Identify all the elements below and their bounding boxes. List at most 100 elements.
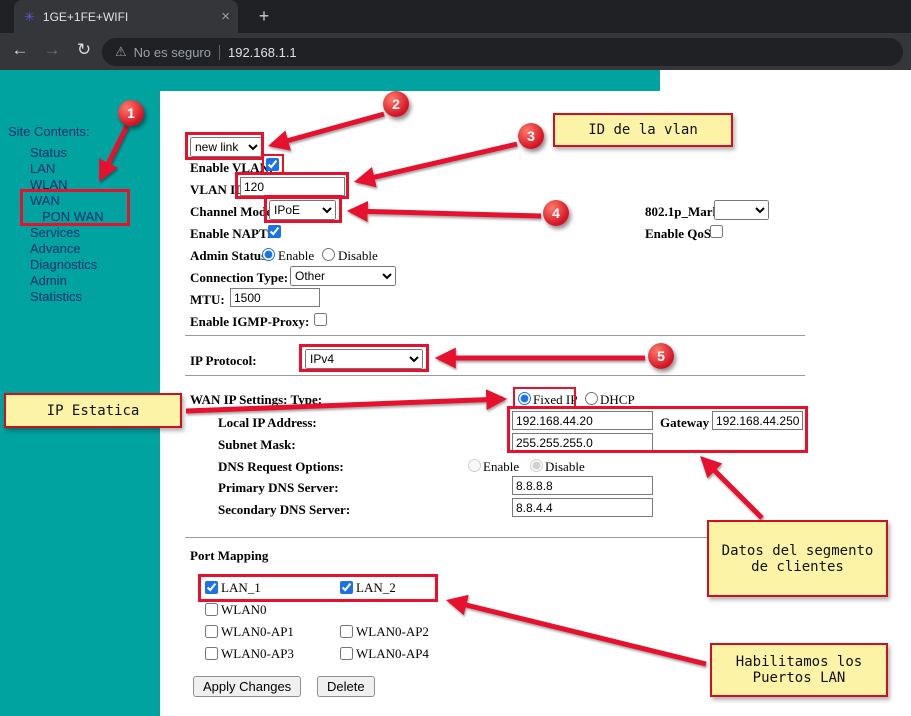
enable-qos-checkbox[interactable]: [710, 225, 723, 238]
port-wlan0-ap2[interactable]: WLAN0-AP2: [340, 624, 429, 640]
local-ip-label: Local IP Address:: [218, 415, 317, 431]
tab-strip: ✳ 1GE+1FE+WIFI × +: [0, 0, 911, 33]
igmp-proxy-label: Enable IGMP-Proxy:: [190, 314, 309, 330]
port-wlan0-ap3[interactable]: WLAN0-AP3: [205, 646, 294, 662]
port-mapping-title: Port Mapping: [190, 548, 268, 564]
divider-1: [185, 335, 805, 336]
browser-window: ✳ 1GE+1FE+WIFI × + ← → ↻ ⚠ No es seguro …: [0, 0, 911, 716]
tab-favicon-icon: ✳: [24, 9, 35, 25]
port-lan1-checkbox[interactable]: [205, 581, 218, 594]
dns-request-label: DNS Request Options:: [218, 459, 344, 475]
mtu-label: MTU:: [190, 292, 225, 308]
callout-segment-data: Datos del segmento de clientes: [707, 520, 888, 597]
security-label[interactable]: No es seguro: [134, 45, 211, 60]
enable-vlan-checkbox[interactable]: [266, 158, 279, 171]
annotation-badge-3: 3: [518, 123, 544, 149]
sidebar-item-lan[interactable]: LAN: [0, 161, 160, 177]
port-wlan0-label: WLAN0: [221, 602, 267, 617]
vlan-id-input[interactable]: [240, 177, 345, 196]
dns-disable-label: Disable: [545, 459, 585, 475]
port-lan2[interactable]: LAN_2: [340, 580, 396, 596]
browser-toolbar: ← → ↻ ⚠ No es seguro 192.168.1.1: [0, 33, 911, 70]
sidebar-title: Site Contents:: [0, 124, 160, 139]
dhcp-label: DHCP: [600, 392, 635, 408]
sidebar-item-wlan[interactable]: WLAN: [0, 177, 160, 193]
enable-napt-label: Enable NAPT:: [190, 226, 271, 242]
port-wlan0-ap3-label: WLAN0-AP3: [221, 646, 294, 661]
dns-disable-radio[interactable]: [530, 459, 543, 472]
sidebar-item-pon-wan[interactable]: PON WAN: [0, 209, 160, 225]
connection-type-select[interactable]: Other: [290, 266, 396, 286]
enable-qos-label: Enable QoS:: [645, 226, 715, 242]
port-wlan0-ap1-checkbox[interactable]: [205, 625, 218, 638]
sidebar-item-services[interactable]: Services: [0, 225, 160, 241]
sidebar-item-status[interactable]: Status: [0, 145, 160, 161]
port-wlan0-ap4-checkbox[interactable]: [340, 647, 353, 660]
admin-enable-radio[interactable]: [262, 248, 275, 261]
sidebar-item-wan[interactable]: WAN: [0, 193, 160, 209]
enable-vlan-label: Enable VLAN:: [190, 160, 273, 176]
gateway-input[interactable]: [712, 411, 803, 430]
ip-protocol-label: IP Protocol:: [190, 353, 257, 369]
admin-disable-label: Disable: [338, 248, 378, 264]
port-wlan0-checkbox[interactable]: [205, 603, 218, 616]
reload-icon[interactable]: ↻: [72, 40, 96, 60]
sidebar-item-admin[interactable]: Admin: [0, 273, 160, 289]
browser-tab[interactable]: ✳ 1GE+1FE+WIFI ×: [14, 0, 238, 33]
port-lan1[interactable]: LAN_1: [205, 580, 261, 596]
port-wlan0-ap2-checkbox[interactable]: [340, 625, 353, 638]
dns-enable-radio[interactable]: [468, 459, 481, 472]
fixed-ip-radio[interactable]: [518, 392, 531, 405]
sidebar-item-diagnostics[interactable]: Diagnostics: [0, 257, 160, 273]
port-wlan0-ap4-label: WLAN0-AP4: [356, 646, 429, 661]
port-lan1-label: LAN_1: [221, 580, 261, 595]
new-tab-icon[interactable]: +: [252, 5, 276, 29]
tab-title: 1GE+1FE+WIFI: [43, 10, 215, 24]
site-contents-nav: Site Contents: Status LAN WLAN WAN PON W…: [0, 124, 160, 305]
local-ip-input[interactable]: [512, 411, 653, 430]
port-wlan0-ap2-label: WLAN0-AP2: [356, 624, 429, 639]
channel-mode-label: Channel Mode:: [190, 204, 276, 220]
link-select[interactable]: new link: [190, 137, 262, 157]
igmp-proxy-checkbox[interactable]: [314, 313, 327, 326]
callout-vlan-id: ID de la vlan: [553, 113, 733, 147]
port-lan2-label: LAN_2: [356, 580, 396, 595]
admin-disable-radio[interactable]: [322, 248, 335, 261]
dot1p-mark-label: 802.1p_Mark: [645, 204, 720, 220]
back-icon[interactable]: ←: [8, 40, 32, 60]
fixed-ip-label: Fixed IP: [533, 392, 577, 408]
forward-icon[interactable]: →: [40, 40, 64, 60]
sidebar-item-statistics[interactable]: Statistics: [0, 289, 160, 305]
port-wlan0[interactable]: WLAN0: [205, 602, 267, 618]
omnibox-separator: [219, 45, 220, 60]
router-page: Site Contents: Status LAN WLAN WAN PON W…: [0, 70, 911, 716]
tab-close-icon[interactable]: ×: [221, 8, 230, 25]
delete-button[interactable]: Delete: [317, 676, 375, 697]
wan-ip-type-label: WAN IP Settings: Type:: [190, 392, 322, 408]
channel-mode-select[interactable]: IPoE: [269, 200, 336, 220]
primary-dns-input[interactable]: [512, 476, 653, 495]
annotation-badge-2: 2: [383, 91, 409, 117]
subnet-mask-input[interactable]: [512, 433, 653, 452]
port-wlan0-ap1[interactable]: WLAN0-AP1: [205, 624, 294, 640]
mtu-input[interactable]: [230, 288, 320, 307]
dhcp-radio[interactable]: [585, 392, 598, 405]
port-lan2-checkbox[interactable]: [340, 581, 353, 594]
apply-changes-button[interactable]: Apply Changes: [193, 676, 301, 697]
port-wlan0-ap4[interactable]: WLAN0-AP4: [340, 646, 429, 662]
enable-napt-checkbox[interactable]: [268, 225, 281, 238]
port-wlan0-ap3-checkbox[interactable]: [205, 647, 218, 660]
connection-type-label: Connection Type:: [190, 270, 288, 286]
port-wlan0-ap1-label: WLAN0-AP1: [221, 624, 294, 639]
page-corner: [660, 70, 911, 91]
secondary-dns-label: Secondary DNS Server:: [218, 502, 350, 518]
sidebar-item-advance[interactable]: Advance: [0, 241, 160, 257]
divider-2: [185, 375, 805, 376]
address-bar[interactable]: ⚠ No es seguro 192.168.1.1: [102, 38, 903, 66]
secondary-dns-input[interactable]: [512, 498, 653, 517]
dot1p-mark-select[interactable]: [714, 200, 769, 220]
url-text: 192.168.1.1: [228, 45, 297, 60]
ip-protocol-select[interactable]: IPv4: [305, 349, 423, 369]
annotation-badge-5: 5: [648, 343, 674, 369]
admin-status-label: Admin Status:: [190, 248, 271, 264]
